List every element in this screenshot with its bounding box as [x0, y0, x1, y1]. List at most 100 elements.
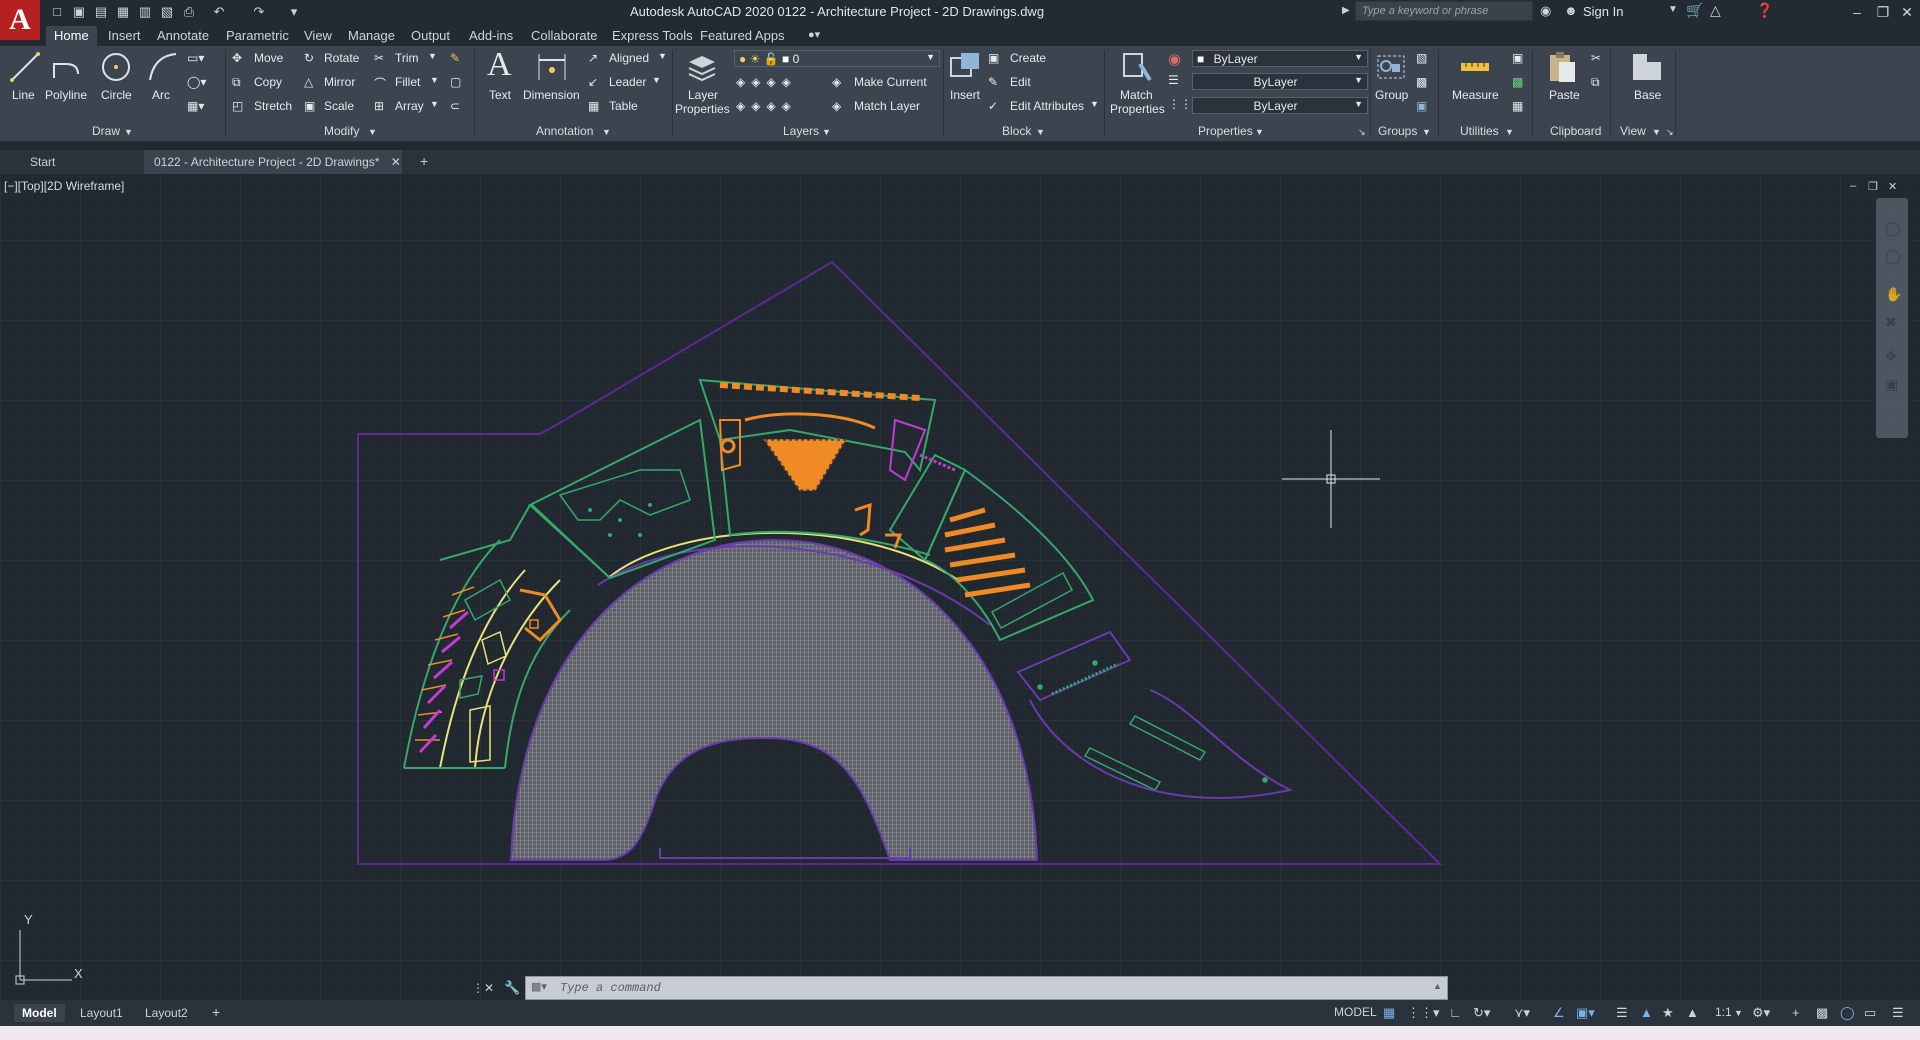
plot-icon[interactable]: ⎙	[180, 3, 198, 21]
redo-icon[interactable]: ↷	[250, 3, 268, 21]
annotation-expand-icon[interactable]: ▼	[602, 127, 611, 137]
properties-dialog-icon[interactable]: ↘	[1358, 127, 1366, 138]
trim-icon[interactable]: ✂	[374, 51, 384, 65]
calculator-icon[interactable]: ▦	[1512, 99, 1523, 113]
table-button[interactable]: Table	[609, 99, 638, 113]
group-selection-icon[interactable]: ▣	[1416, 99, 1427, 113]
match-properties-icon[interactable]	[1120, 50, 1154, 84]
help-icon[interactable]: ❓	[1756, 2, 1773, 19]
panel-draw-label[interactable]: Draw	[92, 124, 120, 138]
tab-annotate[interactable]: Annotate	[157, 26, 209, 46]
match-layer-icon[interactable]: ◈	[832, 99, 841, 113]
move-button[interactable]: Move	[254, 51, 283, 65]
cut-icon[interactable]: ✂	[1591, 51, 1601, 65]
drawing-canvas[interactable]	[0, 174, 1920, 1000]
edit-block-button[interactable]: Edit	[1010, 75, 1031, 89]
match-layer-button[interactable]: Match Layer	[854, 99, 920, 113]
navigation-bar[interactable]: ◯ ◯ ✋ ✖ ✥ ▣	[1876, 198, 1908, 438]
chevron-down-icon[interactable]: ▼	[1668, 4, 1678, 15]
tab-collaborate[interactable]: Collaborate	[531, 26, 598, 46]
edit-attributes-button[interactable]: Edit Attributes	[1010, 99, 1084, 113]
circle-button[interactable]: Circle	[101, 88, 132, 102]
ortho-icon[interactable]: ∟	[1449, 1005, 1462, 1020]
fillet-button[interactable]: Fillet	[395, 75, 420, 89]
save-as-icon[interactable]: ▦	[114, 3, 132, 21]
viewport-close-icon[interactable]: ✕	[1888, 180, 1897, 193]
close-icon[interactable]: ✕	[1894, 2, 1920, 22]
stretch-button[interactable]: Stretch	[254, 99, 292, 113]
lineweight-dropdown[interactable]: ByLayer ▼	[1192, 73, 1368, 90]
array-icon[interactable]: ⊞	[374, 99, 384, 113]
array-button[interactable]: Array	[395, 99, 424, 113]
lineweight-icon[interactable]: ☰	[1168, 73, 1179, 87]
clean-screen-icon[interactable]: ▭	[1864, 1005, 1876, 1021]
expand-search-icon[interactable]: ▶	[1342, 5, 1350, 16]
steering-wheel-icon[interactable]: ◯	[1885, 220, 1901, 237]
view-dialog-icon[interactable]: ↘	[1666, 127, 1674, 138]
utilities-expand-icon[interactable]: ▼	[1505, 127, 1514, 137]
boundary-icon[interactable]: ▦▾	[187, 99, 204, 113]
restore-icon[interactable]: ❐	[1870, 2, 1896, 22]
hatch-icon[interactable]: ◯▾	[187, 75, 206, 89]
recent-commands-icon[interactable]: ▩▾	[531, 980, 547, 993]
offset-icon[interactable]: ⊂	[450, 99, 460, 113]
command-input[interactable]: Type a command	[525, 976, 1448, 1000]
rotate-icon[interactable]: ↻	[304, 51, 314, 65]
viewport-restore-icon[interactable]: ❐	[1868, 180, 1878, 193]
panel-layers-label[interactable]: Layers	[783, 124, 819, 138]
table-icon[interactable]: ▦	[588, 99, 599, 113]
arc-button[interactable]: Arc	[152, 88, 170, 102]
view-expand-icon[interactable]: ▼	[1652, 127, 1661, 137]
snap-icon[interactable]: ⋮⋮▾	[1407, 1005, 1440, 1021]
tab-insert[interactable]: Insert	[108, 26, 141, 46]
text-button[interactable]: Text	[489, 88, 511, 102]
annotation-autoscale-icon[interactable]: ★	[1662, 1005, 1674, 1021]
polar-icon[interactable]: ↻▾	[1473, 1005, 1490, 1021]
group-button[interactable]: Group	[1375, 88, 1408, 102]
rotate-button[interactable]: Rotate	[324, 51, 359, 65]
linetype-dropdown[interactable]: ByLayer ▼	[1192, 97, 1368, 114]
annotation-scale-icon[interactable]: ▲	[1686, 1005, 1699, 1020]
scale-dropdown-icon[interactable]: ▼	[1734, 1008, 1743, 1018]
osnap-icon[interactable]: ∠	[1553, 1005, 1565, 1021]
layers-expand-icon[interactable]: ▼	[822, 127, 831, 137]
groups-expand-icon[interactable]: ▼	[1422, 127, 1431, 137]
leader-chevron-icon[interactable]: ▼	[652, 75, 661, 85]
units-icon[interactable]: ▩	[1816, 1005, 1828, 1021]
save-web-icon[interactable]: ▧	[158, 3, 176, 21]
group-edit-icon[interactable]: ▩	[1416, 75, 1427, 89]
add-layout-icon[interactable]: +	[204, 1002, 228, 1022]
customize-icon[interactable]: 🔧	[504, 980, 520, 996]
copy-button[interactable]: Copy	[254, 75, 282, 89]
tab-parametric[interactable]: Parametric	[226, 26, 289, 46]
tab-featured-apps[interactable]: Featured Apps	[700, 26, 785, 46]
panel-view-label[interactable]: View	[1620, 124, 1646, 138]
full-navigation-icon[interactable]: ◯	[1885, 248, 1901, 265]
sign-in-button[interactable]: Sign In	[1583, 4, 1623, 19]
insert-block-icon[interactable]	[948, 50, 982, 84]
help-search-input[interactable]: Type a keyword or phrase	[1355, 1, 1533, 21]
mirror-button[interactable]: Mirror	[324, 75, 355, 89]
open-web-icon[interactable]: ▥	[136, 3, 154, 21]
insert-button[interactable]: Insert	[950, 88, 980, 102]
layer-tools-row-1-icon[interactable]: ◈◈◈◈	[736, 75, 797, 89]
fillet-dropdown-icon[interactable]: ▼	[430, 75, 439, 85]
linetype-icon[interactable]: ⋮⋮	[1168, 97, 1192, 111]
make-current-button[interactable]: Make Current	[854, 75, 927, 89]
tab-manage[interactable]: Manage	[348, 26, 395, 46]
object-color-dropdown[interactable]: ■ ByLayer ▼	[1192, 50, 1368, 67]
tab-drawing[interactable]: 0122 - Architecture Project - 2D Drawing…	[144, 150, 402, 174]
tab-output[interactable]: Output	[411, 26, 450, 46]
command-history-icon[interactable]: ▲	[1433, 981, 1442, 991]
polyline-icon[interactable]	[50, 50, 84, 84]
tab-express-tools[interactable]: Express Tools	[612, 26, 693, 46]
move-icon[interactable]: ✥	[232, 51, 242, 65]
circle-icon[interactable]	[99, 50, 133, 84]
measure-button[interactable]: Measure	[1452, 88, 1499, 102]
undo-icon[interactable]: ↶	[210, 3, 228, 21]
annotation-monitor-icon[interactable]: +	[1792, 1005, 1800, 1020]
dimension-icon[interactable]	[535, 50, 569, 84]
layer-properties-label-1[interactable]: Layer	[688, 88, 718, 102]
panel-utilities-label[interactable]: Utilities	[1460, 124, 1499, 138]
customization-menu-icon[interactable]: ☰	[1892, 1005, 1904, 1021]
